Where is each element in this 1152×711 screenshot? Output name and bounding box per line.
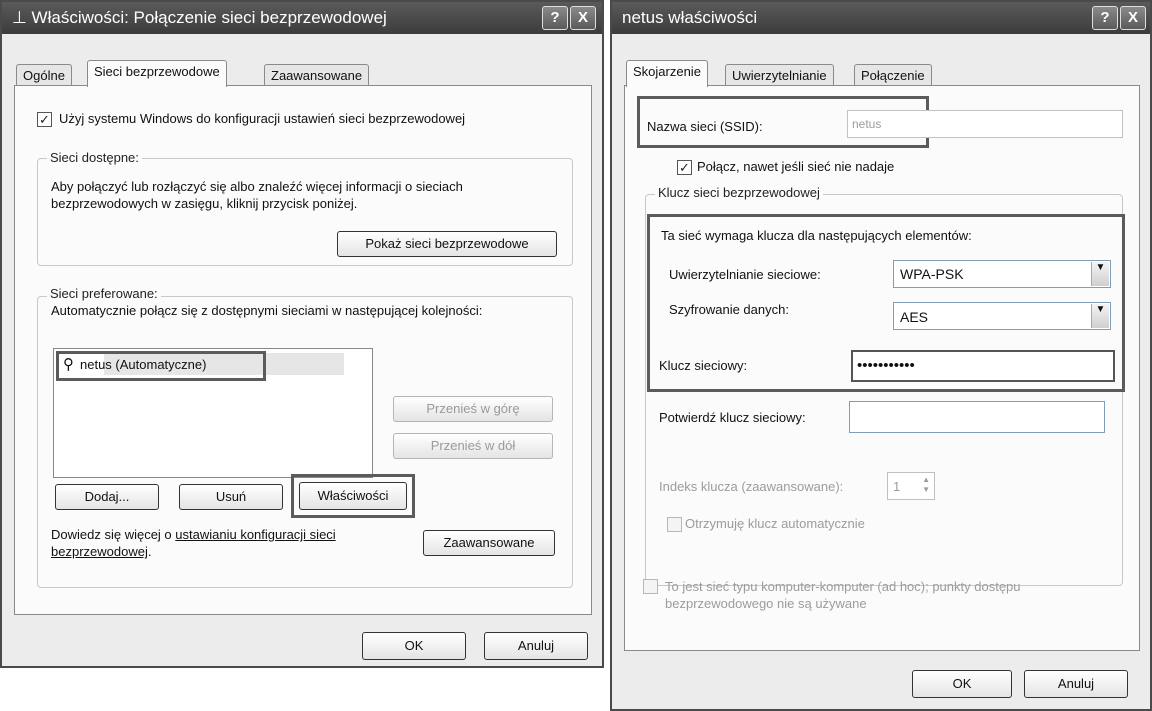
right-close-button[interactable]: X	[1120, 6, 1146, 30]
key-required-label: Ta sieć wymaga klucza dla następujących …	[661, 228, 972, 243]
right-window-title: netus właściwości	[622, 8, 758, 27]
advanced-button[interactable]: Zaawansowane	[423, 530, 555, 556]
right-help-button[interactable]: ?	[1092, 6, 1118, 30]
network-connection-icon: ⊥	[12, 8, 32, 27]
key-index-label: Indeks klucza (zaawansowane):	[659, 479, 844, 494]
data-encryption-select[interactable]: AES ▼	[893, 302, 1111, 330]
network-authentication-select[interactable]: WPA-PSK ▼	[893, 260, 1111, 288]
right-cancel-button[interactable]: Anuluj	[1024, 670, 1128, 698]
confirm-key-label: Potwierdź klucz sieciowy:	[659, 410, 806, 425]
left-close-button[interactable]: X	[570, 6, 596, 30]
network-key-label: Klucz sieciowy:	[659, 358, 748, 373]
remove-button[interactable]: Usuń	[179, 484, 283, 510]
auto-key-checkbox[interactable]	[667, 517, 682, 532]
use-windows-label: Użyj systemu Windows do konfiguracji ust…	[59, 111, 466, 126]
move-up-button[interactable]: Przenieś w górę	[393, 396, 553, 422]
show-wireless-networks-button[interactable]: Pokaż sieci bezprzewodowe	[337, 231, 557, 257]
data-encryption-label: Szyfrowanie danych:	[669, 302, 789, 317]
ssid-value: netus	[852, 117, 882, 131]
key-index-spinner[interactable]: 1 ▲ ▼	[887, 472, 935, 500]
tab-association[interactable]: Skojarzenie	[626, 60, 708, 87]
preferred-networks-description: Automatycznie połącz się z dostępnymi si…	[51, 303, 483, 318]
available-networks-description: Aby połączyć lub rozłączyć się albo znal…	[51, 179, 463, 211]
adhoc-checkbox[interactable]	[643, 579, 658, 594]
right-title-bar[interactable]: netus właściwości ? X	[612, 2, 1150, 34]
move-down-button[interactable]: Przenieś w dół	[393, 433, 553, 459]
tab-general[interactable]: Ogólne	[16, 64, 72, 87]
tab-wireless-networks[interactable]: Sieci bezprzewodowe	[87, 60, 227, 87]
right-properties-window: netus właściwości ? X Skojarzenie Uwierz…	[610, 0, 1152, 711]
left-ok-button[interactable]: OK	[362, 632, 466, 660]
preferred-networks-legend: Sieci preferowane:	[47, 286, 161, 301]
right-ok-button[interactable]: OK	[912, 670, 1012, 698]
connect-even-if-not-broadcasting-label: Połącz, nawet jeśli sieć nie nadaje	[697, 159, 895, 174]
chevron-down-icon[interactable]: ▼	[1091, 304, 1109, 328]
data-encryption-value: AES	[900, 309, 929, 325]
list-item-netus-label: netus (Automatyczne)	[80, 357, 207, 372]
ssid-label: Nazwa sieci (SSID):	[647, 119, 763, 134]
left-title-bar[interactable]: ⊥ Właściwości: Połączenie sieci bezprzew…	[2, 2, 602, 34]
network-key-value: •••••••••••	[857, 357, 915, 374]
confirm-key-input[interactable]	[849, 401, 1105, 433]
available-networks-legend: Sieci dostępne:	[47, 150, 142, 165]
left-properties-window: ⊥ Właściwości: Połączenie sieci bezprzew…	[0, 0, 604, 668]
left-cancel-button[interactable]: Anuluj	[484, 632, 588, 660]
tab-authentication[interactable]: Uwierzytelnianie	[725, 64, 834, 87]
use-windows-checkbox[interactable]: ✓	[37, 112, 52, 127]
spinner-arrows-icon[interactable]: ▲ ▼	[922, 475, 930, 495]
right-tab-panel: Nazwa sieci (SSID): netus ✓ Połącz, nawe…	[624, 85, 1140, 651]
connect-even-if-not-broadcasting-checkbox[interactable]: ✓	[677, 160, 692, 175]
adhoc-label: To jest sieć typu komputer-komputer (ad …	[665, 579, 1021, 611]
add-button[interactable]: Dodaj...	[55, 484, 159, 510]
network-authentication-value: WPA-PSK	[900, 266, 964, 282]
ssid-input[interactable]: netus	[847, 110, 1123, 138]
key-index-value: 1	[893, 479, 901, 494]
wireless-key-legend: Klucz sieci bezprzewodowej	[655, 185, 823, 200]
auto-key-label: Otrzymuję klucz automatycznie	[685, 516, 865, 531]
left-tab-panel: ✓ Użyj systemu Windows do konfiguracji u…	[14, 85, 592, 615]
wireless-antenna-icon: ⚲	[63, 356, 74, 373]
learn-more-text: Dowiedz się więcej o ustawianiu konfigur…	[51, 527, 336, 559]
left-help-button[interactable]: ?	[542, 6, 568, 30]
properties-button[interactable]: Właściwości	[299, 482, 407, 510]
left-window-title: ⊥ Właściwości: Połączenie sieci bezprzew…	[12, 8, 387, 27]
preferred-networks-list[interactable]: ⚲ netus (Automatyczne)	[53, 348, 373, 478]
tab-connection[interactable]: Połączenie	[854, 64, 932, 87]
chevron-down-icon[interactable]: ▼	[1091, 262, 1109, 286]
network-key-input[interactable]: •••••••••••	[851, 350, 1115, 382]
network-authentication-label: Uwierzytelnianie sieciowe:	[669, 267, 821, 282]
tab-advanced[interactable]: Zaawansowane	[264, 64, 370, 87]
